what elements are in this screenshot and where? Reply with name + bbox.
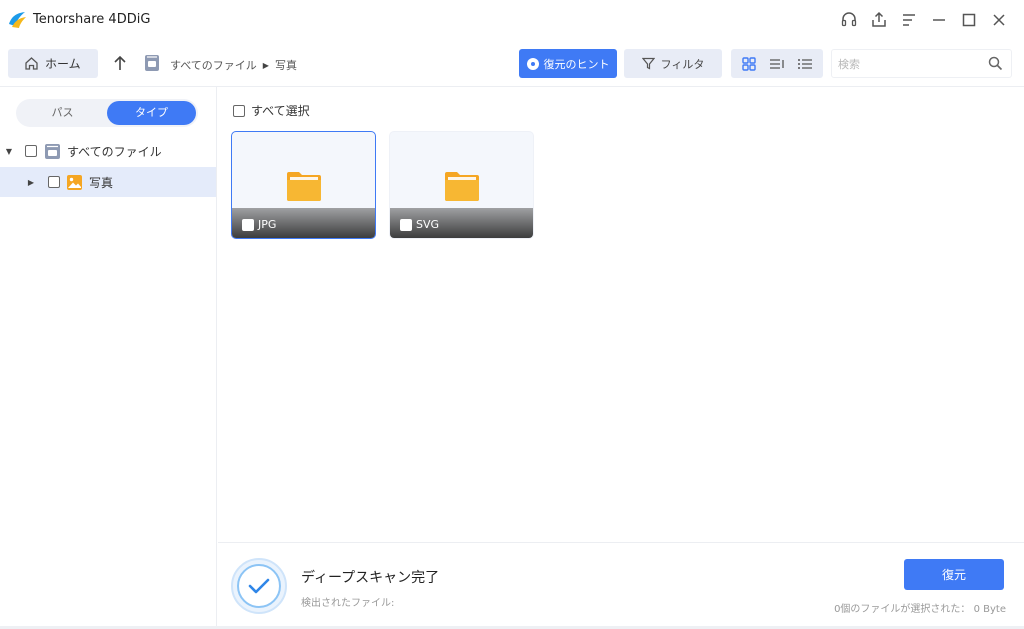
tab-type[interactable]: タイプ xyxy=(107,101,196,125)
recovery-hint-button[interactable]: 復元のヒント xyxy=(519,49,617,78)
home-icon xyxy=(25,57,38,70)
app-logo-icon xyxy=(9,12,26,28)
card-title: SVG xyxy=(416,218,440,231)
home-button[interactable]: ホーム xyxy=(8,49,98,78)
card-checkbox[interactable] xyxy=(400,218,412,231)
selection-info: 0個のファイルが選択された： 0 Byte xyxy=(834,604,1006,615)
search-box xyxy=(831,49,1012,78)
folder-card-svg[interactable]: SVG xyxy=(389,131,534,239)
select-all-label: すべて選択 xyxy=(251,104,310,118)
caret-right-icon[interactable]: ▶ xyxy=(26,177,36,187)
filter-label: フィルタ xyxy=(660,57,705,71)
hint-label: 復元のヒント xyxy=(543,57,610,71)
restore-button[interactable]: 復元 xyxy=(904,559,1004,590)
scan-status-title: ディープスキャン完了 xyxy=(301,570,440,586)
select-all-checkbox[interactable] xyxy=(233,104,245,117)
tree-label: 写真 xyxy=(89,175,114,190)
caret-down-icon[interactable]: ▼ xyxy=(4,146,14,156)
scan-status-subtitle: 検出されたファイル: xyxy=(301,598,395,609)
breadcrumb-separator-icon: ▶ xyxy=(262,60,269,70)
home-label: ホーム xyxy=(45,57,81,71)
list-view-icon[interactable] xyxy=(797,56,813,72)
filter-icon xyxy=(641,57,655,70)
status-bar: ディープスキャン完了 検出されたファイル: 復元 0個のファイルが選択された： … xyxy=(218,543,1024,629)
support-icon[interactable] xyxy=(834,8,864,32)
view-mode-group xyxy=(731,49,823,78)
tree-checkbox[interactable] xyxy=(25,145,37,157)
card-label: JPG xyxy=(242,218,276,231)
select-all[interactable]: すべて選択 xyxy=(233,102,310,119)
grid-view-icon[interactable] xyxy=(741,56,757,72)
breadcrumb-item-all-files[interactable]: すべてのファイル xyxy=(170,57,257,73)
card-label: SVG xyxy=(400,218,439,231)
sidebar: パス タイプ ▼ すべてのファイル ▶ 写真 xyxy=(0,87,217,629)
search-icon[interactable] xyxy=(988,56,1003,71)
hint-icon xyxy=(526,57,539,70)
tab-path[interactable]: パス xyxy=(18,101,107,125)
scan-complete-icon xyxy=(231,558,287,614)
toolbar: ホーム すべてのファイル ▶ 写真 復元のヒント フィルタ xyxy=(0,44,1024,82)
app-title: Tenorshare 4DDiG xyxy=(33,12,151,27)
share-icon[interactable] xyxy=(864,8,894,32)
title-bar: Tenorshare 4DDiG xyxy=(0,0,1024,40)
maximize-icon[interactable] xyxy=(954,8,984,32)
folder-icon xyxy=(445,172,479,201)
close-icon[interactable] xyxy=(984,8,1014,32)
tree-checkbox[interactable] xyxy=(48,176,60,188)
drive-icon xyxy=(145,55,159,71)
search-input[interactable] xyxy=(838,55,983,73)
tree-label: すべてのファイル xyxy=(67,144,162,159)
view-type-switch: パス タイプ xyxy=(16,99,198,127)
photo-icon xyxy=(67,174,82,190)
window-controls xyxy=(834,8,1014,32)
breadcrumb: すべてのファイル ▶ 写真 xyxy=(170,57,297,73)
list-detail-view-icon[interactable] xyxy=(769,56,785,72)
filter-button[interactable]: フィルタ xyxy=(624,49,722,78)
file-grid-area: すべて選択 JPG SVG xyxy=(218,87,1024,542)
minimize-icon[interactable] xyxy=(924,8,954,32)
breadcrumb-item-photos[interactable]: 写真 xyxy=(275,57,297,73)
tree-item-photos[interactable]: ▶ 写真 xyxy=(0,167,216,197)
folder-card-jpg[interactable]: JPG xyxy=(231,131,376,239)
card-title: JPG xyxy=(258,218,277,231)
card-checkbox[interactable] xyxy=(242,218,254,231)
menu-icon[interactable] xyxy=(894,8,924,32)
tree-item-all-files[interactable]: ▼ すべてのファイル xyxy=(0,136,216,166)
folder-icon xyxy=(287,172,321,201)
up-arrow-icon[interactable] xyxy=(110,52,130,74)
drive-icon xyxy=(45,143,60,159)
